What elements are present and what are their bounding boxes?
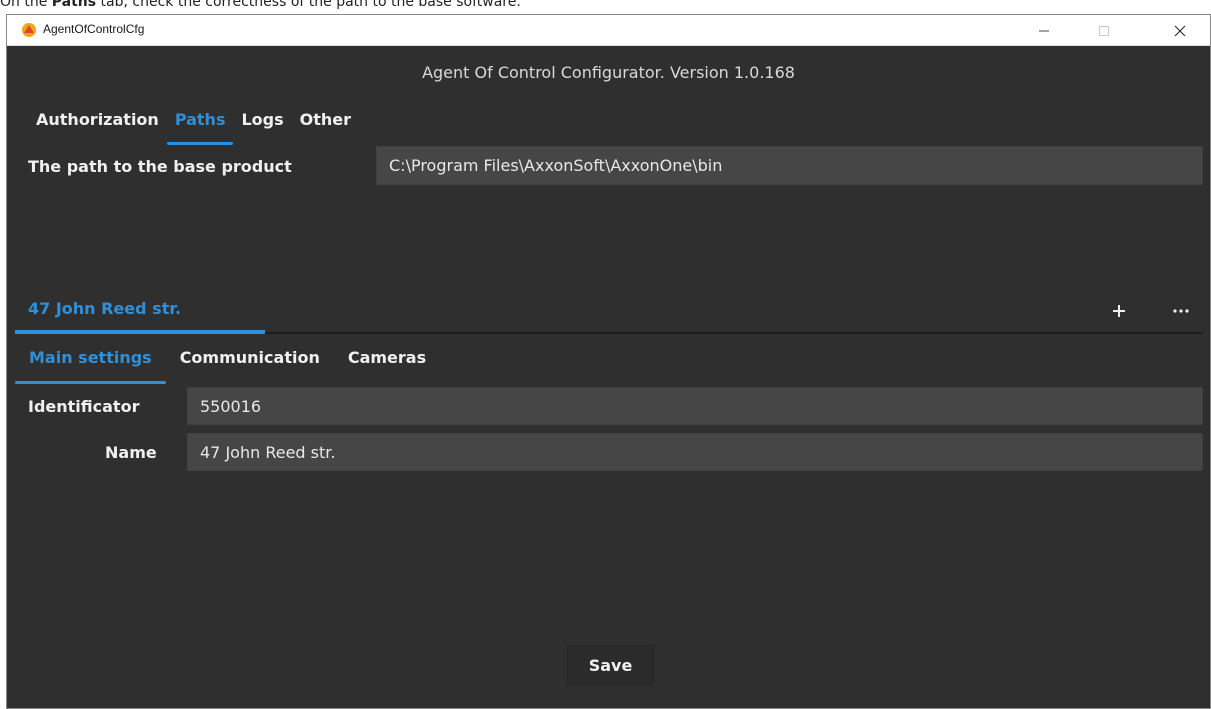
- name-field[interactable]: 47 John Reed str.: [187, 433, 1203, 471]
- close-icon: [1174, 25, 1186, 36]
- tab-paths[interactable]: Paths: [166, 109, 234, 145]
- main-tab-bar: Authorization Paths Logs Other: [28, 109, 359, 145]
- caption-prefix: On the: [0, 0, 52, 10]
- instruction-caption: On the Paths tab, check the correctness …: [0, 0, 1211, 14]
- site-sub-tab-bar: Main settings Communication Cameras: [15, 346, 440, 384]
- tab-cameras[interactable]: Cameras: [334, 346, 440, 384]
- more-options-button[interactable]: [1167, 299, 1195, 323]
- save-button[interactable]: Save: [567, 645, 654, 685]
- maximize-button[interactable]: [1081, 15, 1127, 46]
- ellipsis-icon: [1173, 309, 1189, 313]
- window-title: AgentOfControlCfg: [43, 22, 145, 36]
- tab-main-settings[interactable]: Main settings: [15, 346, 166, 384]
- identificator-label: Identificator: [28, 397, 140, 416]
- maximize-icon: [1099, 25, 1109, 36]
- tab-authorization[interactable]: Authorization: [28, 109, 167, 145]
- app-window: AgentOfControlCfg Agent Of Control Confi…: [6, 14, 1211, 709]
- site-tab-divider: [265, 332, 1203, 334]
- tab-communication[interactable]: Communication: [166, 346, 334, 384]
- base-product-path-field[interactable]: C:\Program Files\AxxonSoft\AxxonOne\bin: [376, 146, 1203, 185]
- close-button[interactable]: [1157, 15, 1203, 46]
- minimize-icon: [1039, 30, 1049, 31]
- caption-bold: Paths: [51, 0, 97, 10]
- add-site-button[interactable]: [1107, 299, 1131, 323]
- configurator-title: Agent Of Control Configurator. Version 1…: [422, 63, 795, 82]
- base-product-path-label: The path to the base product: [28, 157, 292, 176]
- title-bar: AgentOfControlCfg: [7, 15, 1210, 46]
- minimize-button[interactable]: [1021, 15, 1067, 46]
- caption-suffix: tab, check the correctness of the path t…: [96, 0, 521, 10]
- app-icon: [22, 23, 36, 37]
- name-label: Name: [105, 443, 157, 462]
- site-tab-underline: [15, 330, 265, 334]
- identificator-field[interactable]: 550016: [187, 387, 1203, 425]
- site-tab-47-john-reed[interactable]: 47 John Reed str.: [28, 299, 181, 318]
- tab-logs[interactable]: Logs: [233, 109, 291, 145]
- tab-other[interactable]: Other: [292, 109, 359, 145]
- plus-icon: [1113, 305, 1125, 317]
